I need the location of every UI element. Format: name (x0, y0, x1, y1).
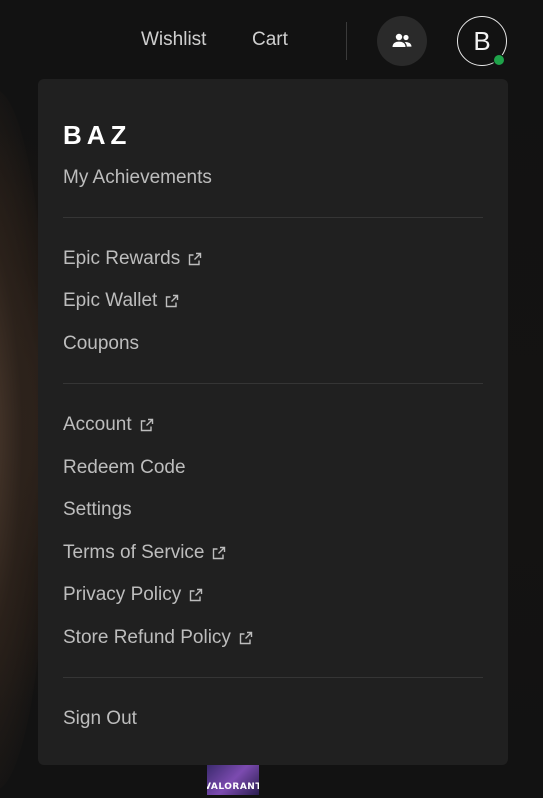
menu-item-label: Settings (63, 499, 132, 520)
menu-divider (63, 677, 483, 678)
external-link-icon (165, 294, 179, 308)
menu-item-label: Redeem Code (63, 457, 186, 478)
username: BAZ (63, 120, 132, 150)
page: Wishlist Cart B BAZ My Achievements Epic… (0, 0, 543, 798)
external-link-icon (188, 252, 202, 266)
external-link-icon (239, 631, 253, 645)
epic-wallet-link[interactable]: Epic Wallet (63, 289, 179, 313)
menu-item-label: My Achievements (63, 167, 212, 188)
menu-item-label: Epic Rewards (63, 248, 181, 269)
external-link-icon (212, 546, 226, 560)
wishlist-link[interactable]: Wishlist (141, 28, 206, 52)
friends-icon (390, 29, 414, 53)
menu-item-label: Sign Out (63, 708, 137, 729)
menu-item-label: Coupons (63, 333, 140, 354)
friends-button[interactable] (377, 16, 427, 66)
menu-divider (63, 217, 483, 218)
menu-item-label: Epic Wallet (63, 290, 158, 311)
privacy-policy-link[interactable]: Privacy Policy (63, 583, 203, 607)
menu-item-label: Terms of Service (63, 542, 205, 563)
store-refund-policy-link[interactable]: Store Refund Policy (63, 626, 253, 650)
avatar-initial: B (473, 25, 491, 56)
menu-item-label: Privacy Policy (63, 584, 182, 605)
sign-out-button[interactable]: Sign Out (63, 707, 137, 731)
game-thumbnail-logo: VALORANT (207, 782, 259, 792)
external-link-icon (140, 418, 154, 432)
terms-of-service-link[interactable]: Terms of Service (63, 541, 226, 565)
coupons-link[interactable]: Coupons (63, 332, 139, 356)
external-link-icon (189, 588, 203, 602)
menu-item-label: Store Refund Policy (63, 627, 231, 648)
my-achievements-link[interactable]: My Achievements (63, 166, 212, 190)
redeem-code-link[interactable]: Redeem Code (63, 456, 186, 480)
menu-item-label: Account (63, 414, 132, 435)
online-status-badge (493, 54, 505, 66)
account-dropdown-menu: BAZ My Achievements Epic Rewards Epic Wa… (38, 79, 508, 765)
epic-rewards-link[interactable]: Epic Rewards (63, 247, 202, 271)
settings-link[interactable]: Settings (63, 498, 132, 522)
game-thumbnail[interactable]: VALORANT (207, 765, 259, 795)
menu-divider (63, 383, 483, 384)
cart-link[interactable]: Cart (252, 28, 288, 52)
account-link[interactable]: Account (63, 413, 154, 437)
nav-divider (346, 22, 347, 60)
top-navigation: Wishlist Cart B (0, 0, 543, 80)
